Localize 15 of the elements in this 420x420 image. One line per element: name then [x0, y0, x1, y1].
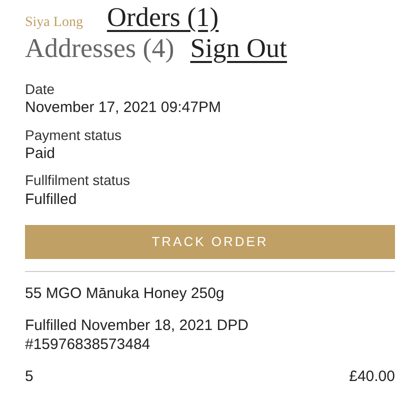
account-link[interactable]: Orders (1) — [106, 2, 219, 34]
detail-label: Payment status — [25, 126, 122, 144]
item-quantity: 5 — [25, 366, 34, 386]
fulfillment-info: Fulfilled November 18, 2021 DPD — [25, 316, 250, 336]
tracking-number: #15976838573484 — [25, 335, 152, 355]
detail-value: November 17, 2021 09:47PM — [25, 98, 222, 118]
customer-name: Siya Long — [25, 15, 83, 32]
product-name: 55 MGO Mānuka Honey 250g — [25, 284, 226, 304]
detail-value: Fulfilled — [25, 190, 78, 210]
detail-label: Fullfilment status — [25, 171, 132, 190]
account-link[interactable]: Addresses (4) — [25, 33, 174, 64]
detail-value: Paid — [25, 144, 56, 164]
account-link[interactable]: Sign Out — [190, 33, 287, 64]
item-price: £40.00 — [349, 366, 395, 386]
detail-label: Date — [25, 80, 56, 98]
